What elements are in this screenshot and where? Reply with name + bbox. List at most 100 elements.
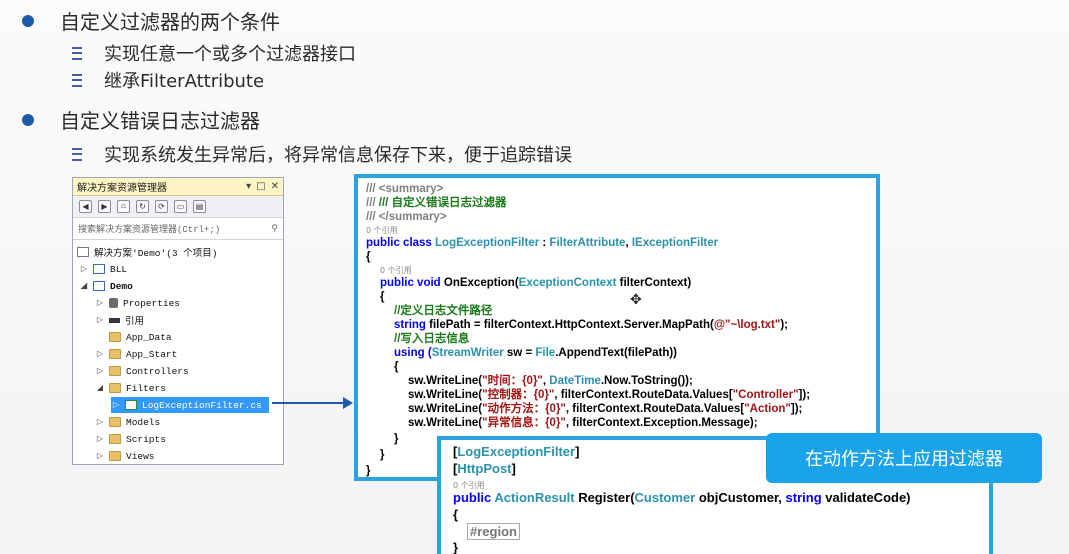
csharp-project-icon: [93, 264, 105, 274]
tree-item-label: Scripts: [126, 433, 166, 445]
dropdown-icon[interactable]: ▾: [246, 181, 251, 192]
code-line: {: [453, 507, 459, 522]
home-icon[interactable]: ⌂: [117, 200, 130, 213]
code-region[interactable]: #region: [467, 523, 520, 540]
tree-item-models[interactable]: ▷ Models: [95, 414, 160, 430]
folder-icon: [109, 349, 121, 359]
tree-item-demo[interactable]: ◢ Demo: [79, 278, 133, 294]
sub-bullet-icon: [72, 147, 82, 161]
close-icon[interactable]: ✕: [271, 181, 279, 192]
solution-explorer-search[interactable]: 搜索解决方案资源管理器(Ctrl+;) ⚲: [73, 218, 283, 240]
sub-bullet-save-exceptions: 实现系统发生异常后，将异常信息保存下来，便于追踪错误: [72, 141, 572, 167]
code-line: using (StreamWriter sw = File.AppendText…: [394, 347, 677, 359]
code-line: sw.WriteLine("时间：{0}", DateTime.Now.ToSt…: [408, 375, 693, 387]
move-cursor-icon: ✥: [630, 292, 642, 308]
expand-arrow-icon[interactable]: ▷: [95, 315, 105, 325]
code-line: {: [394, 361, 399, 373]
solution-explorer-titlebar: 解决方案资源管理器 ▾ □ ✕: [73, 178, 283, 196]
tree-item-label: 引用: [125, 316, 145, 327]
forward-icon[interactable]: ▶: [98, 200, 111, 213]
properties-icon[interactable]: ▤: [193, 200, 206, 213]
solution-explorer-title: 解决方案资源管理器: [77, 183, 167, 194]
bullet-custom-filter-conditions: 自定义过滤器的两个条件: [22, 6, 280, 35]
sync-icon[interactable]: ↻: [136, 200, 149, 213]
code-line: }: [453, 540, 459, 554]
code-line: {: [380, 291, 385, 303]
sub-bullet-icon: [72, 73, 82, 87]
code-line: public class LogExceptionFilter : Filter…: [366, 237, 719, 249]
code-comment: //写入日志信息: [394, 333, 470, 345]
sub-bullet-inherit-attribute: 继承FilterAttribute: [72, 67, 264, 93]
code-line: sw.WriteLine("异常信息：{0}", filterContext.E…: [408, 417, 758, 429]
back-icon[interactable]: ◀: [79, 200, 92, 213]
sub-bullet-text: 实现系统发生异常后，将异常信息保存下来，便于追踪错误: [104, 145, 572, 166]
expand-arrow-icon[interactable]: ▷: [79, 264, 89, 274]
folder-icon: [109, 451, 121, 461]
arrow-connector: [272, 402, 346, 404]
collapse-arrow-icon[interactable]: ◢: [95, 383, 105, 393]
tree-item-label: App_Start: [126, 348, 178, 360]
code-line: }: [394, 433, 399, 445]
search-icon[interactable]: ⚲: [271, 224, 278, 234]
bullet-custom-error-log-filter: 自定义错误日志过滤器: [22, 105, 260, 134]
search-input[interactable]: 搜索解决方案资源管理器(Ctrl+;): [78, 222, 220, 235]
tree-item-label: 解决方案'Demo'(3 个项目): [94, 248, 218, 259]
expand-arrow-icon[interactable]: ▷: [95, 349, 105, 359]
folder-icon: [109, 434, 121, 444]
tree-item-properties[interactable]: ▷ Properties: [95, 295, 180, 311]
tree-item-label: BLL: [110, 263, 128, 275]
expand-arrow-icon[interactable]: ▷: [95, 451, 105, 461]
code-line: }: [380, 449, 385, 461]
tree-item-label: Views: [126, 450, 155, 462]
tree-item-bll[interactable]: ▷ BLL: [79, 261, 127, 277]
solution-icon: [77, 247, 89, 257]
code-line: sw.WriteLine("动作方法：{0}", filterContext.R…: [408, 403, 803, 415]
solution-explorer-panel: 解决方案资源管理器 ▾ □ ✕ ◀ ▶ ⌂ ↻ ⟳ ▭ ▤ 搜索解决方案资源管理…: [72, 177, 284, 465]
folder-icon: [109, 366, 121, 376]
code-line: {: [366, 251, 371, 263]
tree-item-filters[interactable]: ◢ Filters: [95, 380, 166, 396]
tree-item-controllers[interactable]: ▷ Controllers: [95, 363, 189, 379]
tree-item-app-data[interactable]: App_Data: [109, 329, 172, 345]
bullet-dot: [22, 14, 34, 27]
code-line: [LogExceptionFilter]: [453, 444, 580, 459]
solution-explorer-toolbar: ◀ ▶ ⌂ ↻ ⟳ ▭ ▤: [73, 196, 283, 218]
tree-item-label: Demo: [110, 280, 133, 292]
csharp-file-icon: [125, 400, 137, 410]
tree-item-app-start[interactable]: ▷ App_Start: [95, 346, 177, 362]
arrow-head-icon: [343, 397, 353, 409]
tree-item-label: LogExceptionFilter.cs: [142, 399, 262, 411]
bullet-text: 自定义过滤器的两个条件: [60, 10, 280, 34]
code-comment: //定义日志文件路径: [394, 305, 493, 317]
collapse-icon[interactable]: ▭: [174, 200, 187, 213]
code-line: [HttpPost]: [453, 461, 516, 476]
code-line: public void OnException(ExceptionContext…: [380, 277, 692, 289]
region-label[interactable]: #region: [467, 523, 520, 540]
expand-arrow-icon[interactable]: ▷: [95, 298, 105, 308]
bullet-text: 自定义错误日志过滤器: [60, 109, 260, 133]
web-project-icon: [93, 281, 105, 291]
tree-item-label: Filters: [126, 382, 166, 394]
folder-icon: [109, 332, 121, 342]
maximize-icon[interactable]: □: [256, 181, 265, 192]
expand-arrow-icon[interactable]: ▷: [95, 417, 105, 427]
refresh-icon[interactable]: ⟳: [155, 200, 168, 213]
tree-item-label: Properties: [123, 297, 181, 309]
sub-bullet-text: 实现任意一个或多个过滤器接口: [104, 44, 356, 65]
sub-bullet-text: 继承FilterAttribute: [104, 71, 265, 92]
code-line: /// <summary>: [366, 183, 444, 195]
open-folder-icon: [109, 383, 121, 393]
tree-item-solution[interactable]: 解决方案'Demo'(3 个项目): [77, 244, 218, 260]
tree-item-label: App_Data: [126, 331, 172, 343]
tree-item-scripts[interactable]: ▷ Scripts: [95, 431, 166, 447]
code-line: sw.WriteLine("控制器：{0}", filterContext.Ro…: [408, 389, 811, 401]
code-line: string filePath = filterContext.HttpCont…: [394, 319, 789, 331]
collapse-arrow-icon[interactable]: ◢: [79, 281, 89, 291]
expand-arrow-icon[interactable]: ▷: [95, 366, 105, 376]
expand-arrow-icon[interactable]: ▷: [111, 400, 121, 410]
tree-item-references[interactable]: ▷ 引用: [95, 312, 144, 328]
tree-item-logexceptionfilter[interactable]: ▷ LogExceptionFilter.cs: [111, 397, 269, 413]
expand-arrow-icon[interactable]: ▷: [95, 434, 105, 444]
wrench-icon: [109, 298, 118, 308]
tree-item-views[interactable]: ▷ Views: [95, 448, 155, 464]
